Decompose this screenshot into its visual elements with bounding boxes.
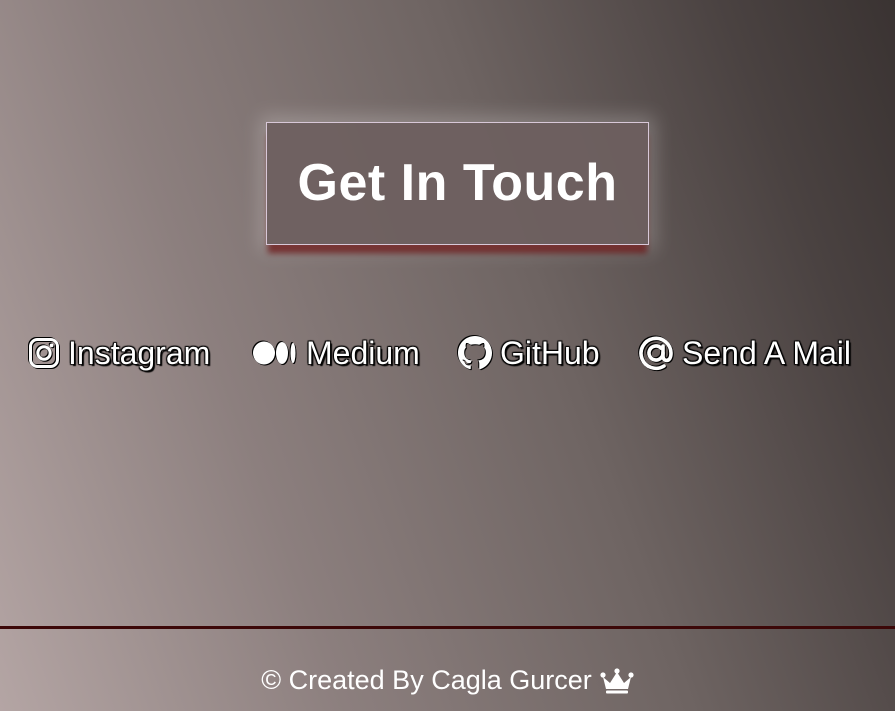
footer-credit: © Created By Cagla Gurcer	[0, 665, 895, 696]
github-link[interactable]: GitHub	[458, 330, 600, 376]
page-title: Get In Touch	[297, 153, 618, 212]
title-box: Get In Touch	[266, 122, 649, 245]
send-mail-link[interactable]: Send A Mail	[638, 330, 851, 376]
instagram-icon	[28, 337, 60, 369]
github-label: GitHub	[500, 334, 600, 371]
footer-credit-text: © Created By Cagla Gurcer	[261, 665, 592, 695]
instagram-label: Instagram	[68, 334, 211, 371]
social-links: Instagram Medium GitHub Send A Mail	[0, 330, 895, 376]
send-mail-label: Send A Mail	[682, 334, 851, 371]
medium-icon	[252, 339, 298, 367]
github-icon	[458, 336, 492, 370]
page-main: Get In Touch Instagram Medium GitHub Sen…	[0, 0, 895, 626]
instagram-link[interactable]: Instagram	[28, 330, 210, 376]
crown-icon	[600, 667, 634, 694]
at-sign-icon	[638, 335, 674, 371]
medium-label: Medium	[306, 334, 420, 371]
medium-link[interactable]: Medium	[252, 330, 420, 376]
footer: © Created By Cagla Gurcer	[0, 626, 895, 711]
